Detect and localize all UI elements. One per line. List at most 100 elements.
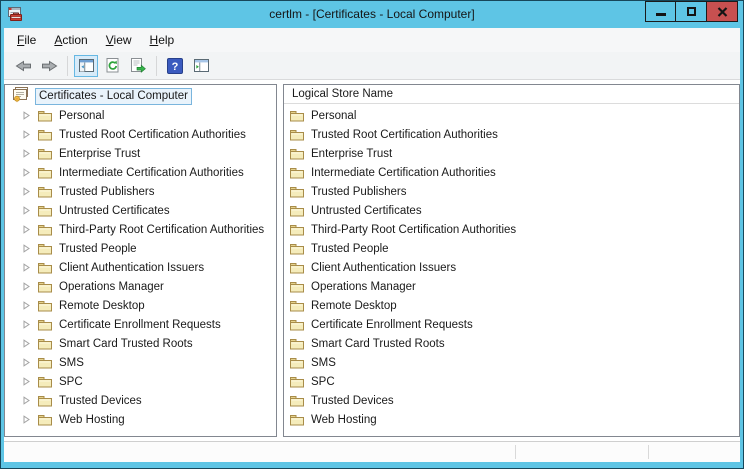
list-item[interactable]: Trusted Root Certification Authorities (284, 125, 739, 144)
list-item[interactable]: Web Hosting (284, 410, 739, 429)
expand-chevron-icon[interactable] (22, 244, 31, 253)
expand-chevron-icon[interactable] (22, 339, 31, 348)
folder-icon (37, 185, 53, 198)
list-item[interactable]: Third-Party Root Certification Authoriti… (284, 220, 739, 239)
help-icon: ? (167, 58, 183, 74)
folder-icon (37, 147, 53, 160)
folder-icon (37, 109, 53, 122)
folder-icon (289, 337, 305, 350)
expand-chevron-icon[interactable] (22, 111, 31, 120)
minimize-button[interactable] (645, 1, 676, 22)
store-list: Personal Trusted Root Certif (284, 104, 739, 429)
list-item[interactable]: Remote Desktop (284, 296, 739, 315)
console-tree-icon (79, 59, 94, 72)
list-item[interactable]: Untrusted Certificates (284, 201, 739, 220)
tree-item-label: Certificate Enrollment Requests (59, 319, 221, 331)
tree-item-label: Trusted Root Certification Authorities (59, 129, 246, 141)
back-button[interactable] (11, 55, 35, 77)
window-controls (645, 1, 738, 22)
menu-item[interactable]: Help (141, 30, 184, 50)
expand-chevron-icon[interactable] (22, 301, 31, 310)
list-item[interactable]: Enterprise Trust (284, 144, 739, 163)
tree-item-label: Trusted Publishers (59, 186, 154, 198)
expand-chevron-icon[interactable] (22, 377, 31, 386)
tree-item[interactable]: Untrusted Certificates (5, 201, 276, 220)
show-hide-action-pane-button[interactable] (189, 55, 213, 77)
list-item[interactable]: Personal (284, 106, 739, 125)
list-item[interactable]: Trusted Devices (284, 391, 739, 410)
tree-item[interactable]: Smart Card Trusted Roots (5, 334, 276, 353)
menu-item[interactable]: Action (45, 30, 96, 50)
tree-item[interactable]: Remote Desktop (5, 296, 276, 315)
tree-item-label: SMS (59, 357, 84, 369)
list-item[interactable]: Trusted People (284, 239, 739, 258)
list-item[interactable]: SPC (284, 372, 739, 391)
expand-chevron-icon[interactable] (22, 415, 31, 424)
list-item[interactable]: SMS (284, 353, 739, 372)
tree-item[interactable]: Personal (5, 106, 276, 125)
list-item[interactable]: Certificate Enrollment Requests (284, 315, 739, 334)
title-bar: certlm - [Certificates - Local Computer] (1, 1, 743, 28)
tree-item[interactable]: Web Hosting (5, 410, 276, 429)
svg-text:?: ? (172, 61, 179, 73)
expand-chevron-icon[interactable] (22, 396, 31, 405)
expand-chevron-icon[interactable] (22, 187, 31, 196)
tree-item[interactable]: Client Authentication Issuers (5, 258, 276, 277)
refresh-button[interactable] (100, 55, 124, 77)
export-list-button[interactable] (126, 55, 150, 77)
maximize-button[interactable] (676, 1, 707, 22)
folder-icon (289, 166, 305, 179)
expand-chevron-icon[interactable] (22, 206, 31, 215)
tree-item[interactable]: Enterprise Trust (5, 144, 276, 163)
expand-chevron-icon[interactable] (22, 225, 31, 234)
tree-item[interactable]: Trusted People (5, 239, 276, 258)
menu-item[interactable]: File (8, 30, 45, 50)
tree-item[interactable]: Trusted Root Certification Authorities (5, 125, 276, 144)
expand-chevron-icon[interactable] (22, 320, 31, 329)
close-button[interactable] (707, 1, 738, 22)
expand-chevron-icon[interactable] (22, 282, 31, 291)
folder-icon (37, 166, 53, 179)
tree-item-label: Remote Desktop (59, 300, 145, 312)
list-item-label: Operations Manager (311, 281, 416, 293)
folder-icon (289, 128, 305, 141)
tree-item[interactable]: SMS (5, 353, 276, 372)
tree-item-label: Client Authentication Issuers (59, 262, 204, 274)
tree-item[interactable]: Intermediate Certification Authorities (5, 163, 276, 182)
tree-item[interactable]: SPC (5, 372, 276, 391)
column-header-logical-store-name[interactable]: Logical Store Name (284, 85, 739, 104)
list-item[interactable]: Trusted Publishers (284, 182, 739, 201)
tree-root-certificates-local-computer[interactable]: Certificates - Local Computer (5, 87, 276, 106)
forward-icon (41, 60, 58, 72)
status-bar-separator (515, 445, 516, 459)
expand-chevron-icon[interactable] (22, 263, 31, 272)
list-item[interactable]: Client Authentication Issuers (284, 258, 739, 277)
expand-chevron-icon[interactable] (22, 358, 31, 367)
folder-icon (289, 318, 305, 331)
list-item[interactable]: Intermediate Certification Authorities (284, 163, 739, 182)
tree-item[interactable]: Trusted Publishers (5, 182, 276, 201)
tree-item-label: Untrusted Certificates (59, 205, 170, 217)
list-item-label: SPC (311, 376, 335, 388)
tree-item[interactable]: Certificate Enrollment Requests (5, 315, 276, 334)
forward-button[interactable] (37, 55, 61, 77)
tree-item-label: Enterprise Trust (59, 148, 140, 160)
folder-icon (37, 318, 53, 331)
tree-item[interactable]: Trusted Devices (5, 391, 276, 410)
tree-item-label: SPC (59, 376, 83, 388)
expand-chevron-icon[interactable] (22, 168, 31, 177)
list-item[interactable]: Smart Card Trusted Roots (284, 334, 739, 353)
expand-chevron-icon[interactable] (22, 149, 31, 158)
list-item-label: Smart Card Trusted Roots (311, 338, 445, 350)
tree-item[interactable]: Operations Manager (5, 277, 276, 296)
list-item[interactable]: Operations Manager (284, 277, 739, 296)
tree-item[interactable]: Third-Party Root Certification Authoriti… (5, 220, 276, 239)
tree-item-label: Trusted People (59, 243, 137, 255)
expand-chevron-icon[interactable] (22, 130, 31, 139)
folder-icon (37, 128, 53, 141)
menu-item[interactable]: View (97, 30, 141, 50)
list-item-label: Client Authentication Issuers (311, 262, 456, 274)
list-item-label: Trusted Publishers (311, 186, 406, 198)
help-button[interactable]: ? (163, 55, 187, 77)
show-hide-console-tree-button[interactable] (74, 55, 98, 77)
